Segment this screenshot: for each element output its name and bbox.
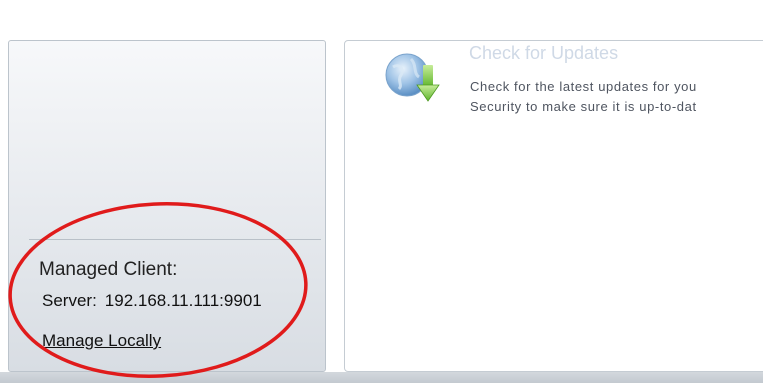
sidebar-divider [29, 239, 321, 240]
globe-download-icon[interactable] [383, 51, 443, 107]
update-title[interactable]: Check for Updates [469, 43, 618, 64]
server-info: Server: 192.168.11.111:9901 [42, 291, 262, 311]
server-address: 192.168.11.111:9901 [104, 291, 262, 310]
managed-client-heading: Managed Client: [39, 259, 178, 280]
server-label: Server: [42, 291, 97, 310]
content-panel: Check for Updates Check for the latest u… [344, 40, 763, 372]
sidebar-panel: Managed Client: Server: 192.168.11.111:99… [8, 40, 326, 372]
app-window: Managed Client: Server: 192.168.11.111:99… [0, 0, 763, 383]
update-description-line: Security to make sure it is up-to-dat [470, 99, 697, 114]
update-description: Check for the latest updates for you Sec… [470, 77, 763, 117]
manage-locally-link[interactable]: Manage Locally [42, 331, 161, 351]
update-description-line: Check for the latest updates for you [470, 79, 697, 94]
window-bottom-bar [0, 372, 763, 383]
